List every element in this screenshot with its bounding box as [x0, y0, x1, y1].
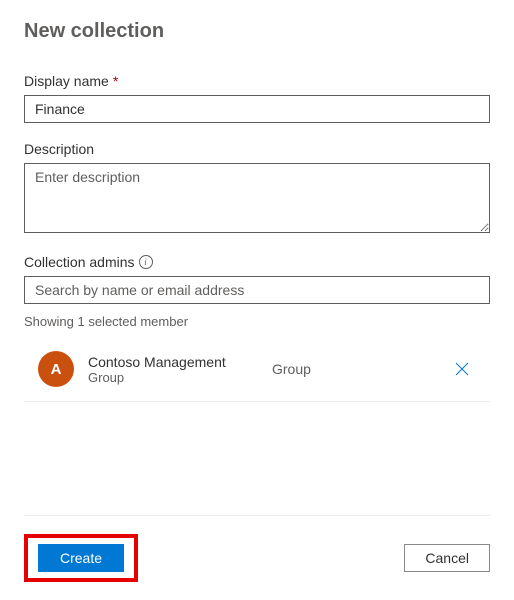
- avatar: A: [38, 351, 74, 387]
- member-info: Contoso Management Group: [88, 354, 258, 385]
- member-name: Contoso Management: [88, 354, 258, 370]
- create-highlight: Create: [24, 534, 138, 582]
- collection-admins-label: Collection admins i: [24, 254, 490, 270]
- close-icon: [454, 361, 470, 377]
- footer: Create Cancel: [24, 515, 490, 600]
- info-icon[interactable]: i: [139, 255, 153, 269]
- cancel-button[interactable]: Cancel: [404, 544, 490, 572]
- members-count-hint: Showing 1 selected member: [24, 314, 490, 329]
- description-label: Description: [24, 141, 490, 157]
- member-type: Group: [272, 361, 436, 377]
- display-name-label: Display name *: [24, 73, 490, 89]
- description-input[interactable]: [24, 163, 490, 233]
- collection-admins-field: Collection admins i Showing 1 selected m…: [24, 254, 490, 402]
- description-field: Description: [24, 141, 490, 236]
- create-button[interactable]: Create: [38, 544, 124, 572]
- description-label-text: Description: [24, 141, 94, 157]
- member-subtype: Group: [88, 370, 258, 385]
- remove-member-button[interactable]: [450, 357, 474, 381]
- page-title: New collection: [24, 20, 490, 43]
- required-asterisk: *: [113, 73, 118, 89]
- member-row: A Contoso Management Group Group: [24, 343, 490, 402]
- display-name-input[interactable]: [24, 95, 490, 123]
- display-name-field: Display name *: [24, 73, 490, 123]
- collection-admins-input[interactable]: [24, 276, 490, 304]
- collection-admins-label-text: Collection admins: [24, 254, 135, 270]
- display-name-label-text: Display name: [24, 73, 109, 89]
